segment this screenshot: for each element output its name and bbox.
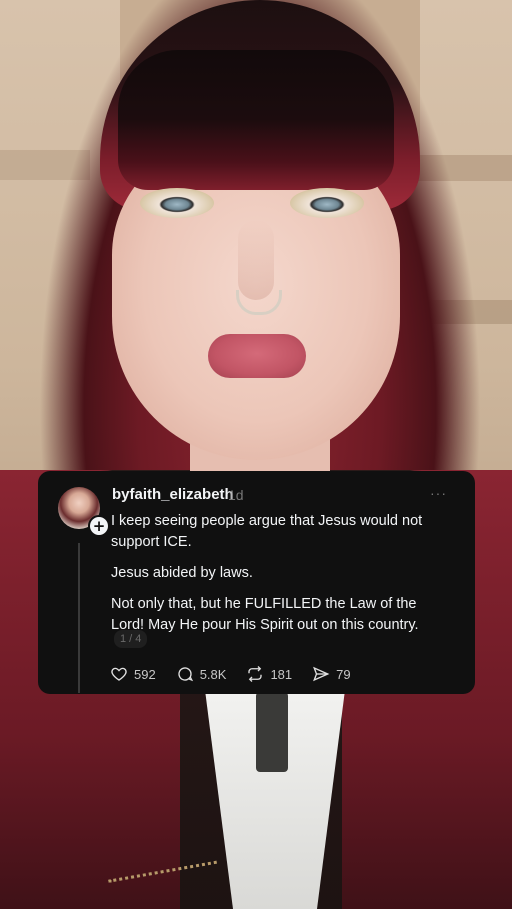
- lips: [208, 334, 306, 378]
- comment-icon: [178, 667, 193, 682]
- reply-button[interactable]: 5.8K: [176, 665, 227, 683]
- username[interactable]: byfaith_elizabeth: [112, 486, 234, 503]
- bangs: [118, 50, 394, 190]
- post-paragraph: I keep seeing people argue that Jesus wo…: [111, 513, 423, 550]
- post-time: 1d: [228, 487, 244, 503]
- thread-line: [78, 543, 80, 693]
- nose: [238, 220, 274, 300]
- plus-icon[interactable]: +: [88, 515, 110, 537]
- share-button[interactable]: 79: [312, 665, 351, 683]
- post-text: I keep seeing people argue that Jesus wo…: [111, 511, 451, 646]
- share-icon: [313, 666, 330, 682]
- left-eye: [140, 188, 214, 218]
- right-eye: [290, 188, 364, 218]
- repost-button[interactable]: 181: [246, 665, 292, 683]
- repost-count: 181: [270, 666, 293, 682]
- reply-count: 5.8K: [199, 666, 227, 682]
- heart-icon: [111, 667, 127, 681]
- page-indicator: 1 / 4: [114, 630, 148, 648]
- more-icon[interactable]: ···: [430, 485, 447, 501]
- repost-icon: [248, 666, 263, 682]
- post-paragraph: Jesus abided by laws.: [111, 565, 253, 581]
- like-count: 592: [134, 666, 156, 682]
- threads-post-card[interactable]: + byfaith_elizabeth 1d ··· I keep seeing…: [38, 471, 475, 694]
- video-background: [0, 0, 512, 909]
- post-paragraph: Not only that, but he FULFILLED the Law …: [111, 596, 419, 633]
- share-count: 79: [336, 666, 351, 682]
- tie: [256, 692, 288, 772]
- action-bar: 592 5.8K 181 79: [110, 665, 371, 683]
- like-button[interactable]: 592: [110, 665, 156, 683]
